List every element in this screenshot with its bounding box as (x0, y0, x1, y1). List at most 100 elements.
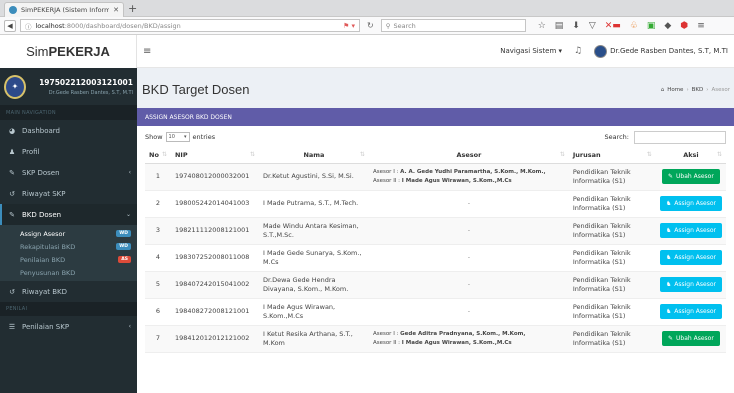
column-header-asesor[interactable]: Asesor ⇅ (368, 148, 569, 164)
cell-nip: 198412012012121002 (170, 325, 259, 353)
cell-nama: Dr.Dewa Gede Hendra Divayana, S.Kom., M.… (258, 271, 369, 299)
sidebar-sub-penyusunan-bkd[interactable]: Penyusunan BKD (0, 266, 137, 279)
assign-asesor-button[interactable]: ♞ Assign Asesor (659, 250, 722, 265)
new-tab-icon[interactable]: + (128, 2, 137, 15)
edit-icon: ✎ (668, 173, 674, 180)
column-header-no[interactable]: No ⇅ (145, 148, 171, 164)
chevron-left-icon: ‹ (128, 323, 131, 330)
sidebar-item-label: Riwayat BKD (22, 287, 68, 296)
column-header-jurusan[interactable]: Jurusan ⇅ (568, 148, 656, 164)
cell-asesor: - (368, 298, 569, 326)
sort-icon: ⇅ (359, 151, 365, 159)
sidebar-item-riwayat-skp[interactable]: ↺ Riwayat SKP (0, 183, 137, 204)
button-label: Ubah Asesor (676, 335, 714, 342)
cell-aksi: ♞ Assign Asesor (655, 271, 726, 299)
reload-icon[interactable]: ↻ (364, 21, 377, 30)
tracking-icon[interactable]: ⚑ ▾ (343, 22, 355, 30)
cell-no: 5 (145, 271, 171, 299)
column-header-aksi[interactable]: Aksi ⇅ (655, 148, 726, 164)
breadcrumb-home[interactable]: Home (667, 87, 683, 93)
addon-dark-icon[interactable]: ◆ (664, 21, 671, 31)
sidebar-item-penilaian-skp[interactable]: ☰ Penilaian SKP ‹ (0, 316, 137, 337)
column-header-nip[interactable]: NIP ⇅ (170, 148, 259, 164)
section-main-nav: MAIN NAVIGATION (0, 106, 137, 120)
addon-x-icon[interactable]: ✕▬ (605, 21, 621, 31)
menu-icon[interactable]: ≡ (697, 21, 705, 31)
tab-title: SimPEKERJA (Sistem Inform... (21, 6, 110, 14)
cell-nama: I Made Gede Sunarya, S.Kom., M.Cs (258, 244, 369, 272)
header-label: Aksi (683, 151, 699, 160)
sidebar-item-dashboard[interactable]: ◕ Dashboard (0, 120, 137, 141)
sidebar-item-label: BKD Dosen (22, 210, 62, 219)
hamburger-icon[interactable]: ≡ (143, 46, 151, 57)
sub-item-label: Rekapitulasi BKD (20, 242, 76, 251)
cell-no: 1 (145, 163, 171, 191)
breadcrumb-bkd[interactable]: BKD (692, 87, 704, 93)
table-row: 4 198307252008011008 I Made Gede Sunarya… (145, 244, 726, 272)
sub-item-label: Penyusunan BKD (20, 268, 76, 277)
assign-asesor-button[interactable]: ♞ Assign Asesor (659, 277, 722, 292)
sidebar-item-bkd-dosen[interactable]: ✎ BKD Dosen ⌄ (0, 204, 137, 225)
sort-icon: ⇅ (716, 151, 722, 159)
logo-bold: PEKERJA (48, 44, 110, 59)
asesor2-name: I Made Agus Wirawan, S.Kom.,M.Cs (401, 339, 512, 346)
cell-jurusan: Pendidikan Teknik Informatika (S1) (568, 190, 656, 218)
browser-search-input[interactable]: ⚲ Search (380, 19, 526, 32)
entries-select[interactable]: 10 ▾ (165, 132, 190, 142)
addon-icon[interactable]: ♧ (630, 21, 638, 31)
assign-asesor-button[interactable]: ♞ Assign Asesor (659, 223, 722, 238)
back-icon[interactable]: ◀ (4, 19, 16, 32)
cell-asesor: Asesor I : A. A. Gede Yudhi Paramartha, … (368, 163, 569, 191)
url-input[interactable]: ⓘ localhost:8000/dashboard/dosen/BKD/ass… (20, 19, 360, 32)
assign-asesor-button[interactable]: ♞ Assign Asesor (659, 196, 722, 211)
browser-tab[interactable]: SimPEKERJA (Sistem Inform... ✕ (4, 2, 124, 17)
addon-green-icon[interactable]: ▣ (647, 21, 656, 31)
sidebar-item-label: Riwayat SKP (22, 189, 66, 198)
cell-nip: 198307252008011008 (170, 244, 259, 272)
download-icon[interactable]: ⬇ (572, 21, 580, 31)
sidebar-sub-assign-asesor[interactable]: Assign Asesor WD (0, 227, 137, 240)
sort-icon: ⇅ (161, 151, 167, 159)
sidebar-item-profil[interactable]: ♟ Profil (0, 141, 137, 162)
shield-icon[interactable]: ⬢ (680, 21, 688, 31)
cell-aksi: ✎ Ubah Asesor (655, 163, 726, 191)
breadcrumb-separator: › (686, 87, 689, 93)
bookmark-star-icon[interactable]: ☆ (538, 21, 546, 31)
sidebar-sub-penilaian-bkd[interactable]: Penilaian BKD AS (0, 253, 137, 266)
chevron-left-icon: ‹ (128, 169, 131, 176)
ubah-asesor-button[interactable]: ✎ Ubah Asesor (662, 331, 720, 346)
user-menu[interactable]: Dr.Gede Rasben Dantes, S.T, M.TI (594, 44, 728, 58)
logo-prefix: Sim (26, 44, 49, 59)
column-header-nama[interactable]: Nama ⇅ (258, 148, 369, 164)
button-label: Ubah Asesor (676, 173, 714, 180)
users-icon: ♞ (665, 200, 672, 207)
avatar (594, 44, 608, 58)
sidebar-sub-rekapitulasi-bkd[interactable]: Rekapitulasi BKD WD (0, 240, 137, 253)
bell-icon[interactable]: ♫ (574, 46, 582, 56)
sidebar-item-riwayat-bkd[interactable]: ↺ Riwayat BKD (0, 281, 137, 302)
sidebar-item-skp-dosen[interactable]: ✎ SKP Dosen ‹ (0, 162, 137, 183)
breadcrumb-asesor: Asesor (711, 87, 730, 93)
user-name: Dr.Gede Rasben Dantes, S.T, M.TI (610, 47, 728, 55)
cell-nip: 198407242015041002 (170, 271, 259, 299)
close-icon[interactable]: ✕ (113, 6, 119, 14)
navbar-right: Navigasi Sistem ▾ ♫ Dr.Gede Rasben Dante… (500, 44, 728, 58)
asesor1-label: Asesor I : (372, 168, 399, 175)
cell-no: 4 (145, 244, 171, 272)
table-search-input[interactable] (634, 130, 726, 144)
main-content: BKD Target Dosen ⌂ Home › BKD › Asesor A… (137, 68, 734, 393)
cell-jurusan: Pendidikan Teknik Informatika (S1) (568, 298, 656, 326)
ubah-asesor-button[interactable]: ✎ Ubah Asesor (662, 169, 720, 184)
cell-jurusan: Pendidikan Teknik Informatika (S1) (568, 325, 656, 353)
pocket-icon[interactable]: ▽ (589, 21, 596, 31)
asesor2-label: Asesor II : (372, 339, 401, 346)
cell-no: 6 (145, 298, 171, 326)
profile-name: Dr.Gede Rasben Dantes, S.T, M.TI (48, 89, 133, 96)
app-logo[interactable]: Sim PEKERJA (0, 35, 137, 68)
assign-asesor-button[interactable]: ♞ Assign Asesor (659, 304, 722, 319)
sidebar: ✦ 197502212003121001 Dr.Gede Rasben Dant… (0, 68, 137, 393)
table-row: 2 198005242014041003 I Made Putrama, S.T… (145, 190, 726, 218)
nav-system-dropdown[interactable]: Navigasi Sistem ▾ (500, 47, 562, 55)
reading-list-icon[interactable]: ▤ (555, 21, 564, 31)
sidebar-item-label: SKP Dosen (22, 168, 60, 177)
